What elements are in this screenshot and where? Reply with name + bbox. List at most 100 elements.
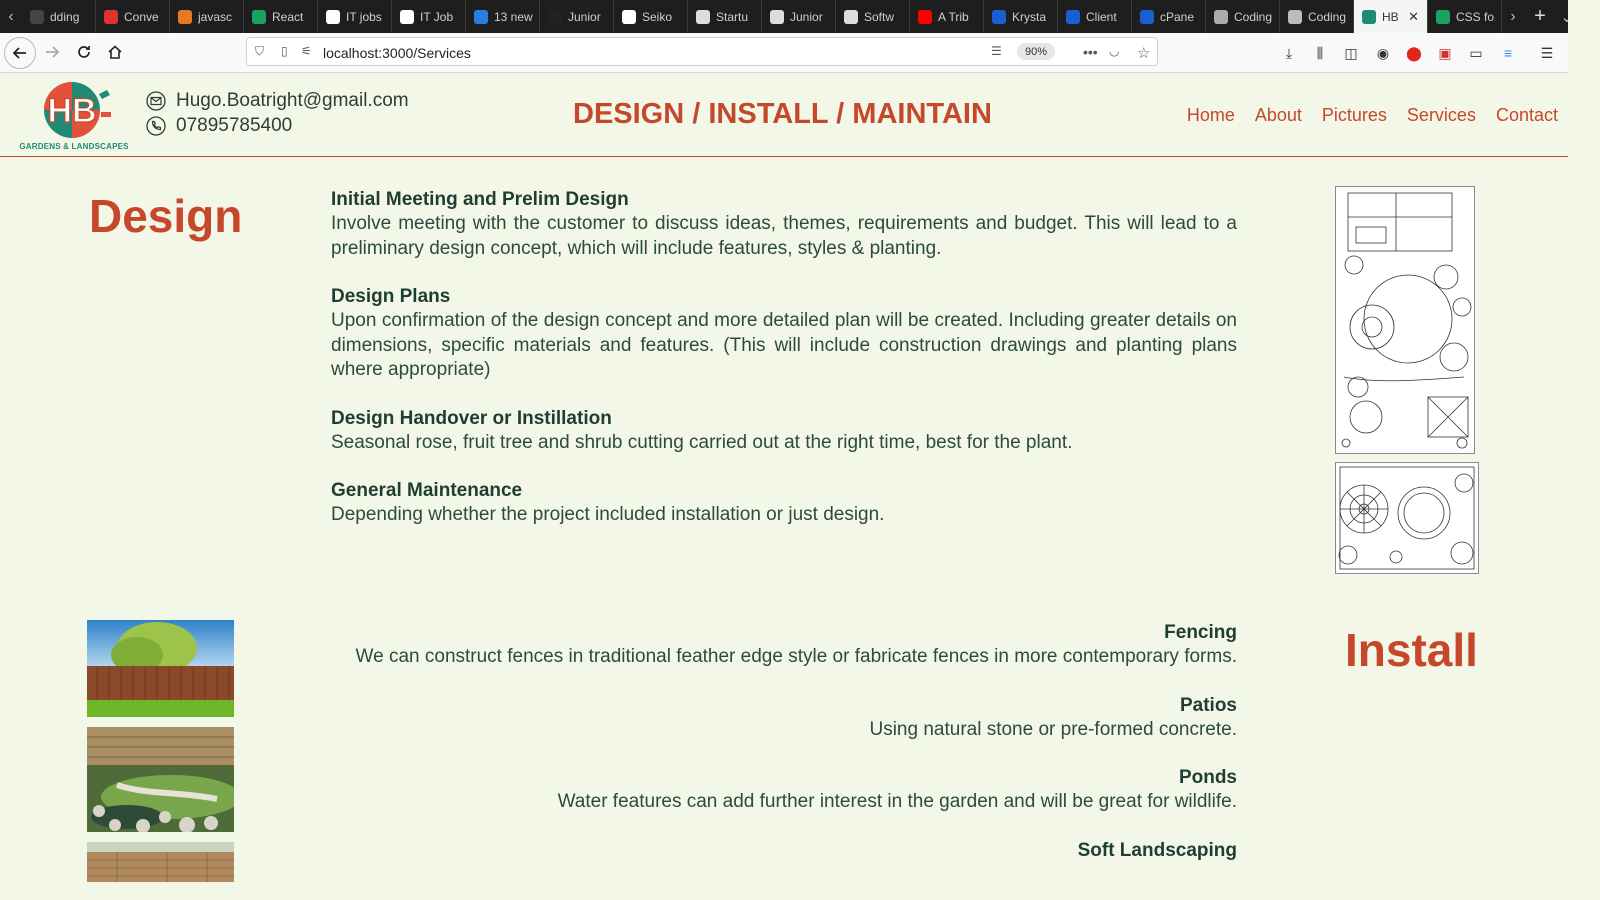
tab-job-icon xyxy=(326,9,340,24)
tab-hb-icon xyxy=(1362,9,1376,24)
tab-close-icon[interactable]: ✕ xyxy=(1408,9,1419,25)
browser-tab[interactable]: React xyxy=(244,0,318,33)
nav-home[interactable]: Home xyxy=(1187,105,1235,126)
browser-tab[interactable]: cPane xyxy=(1132,0,1206,33)
browser-tab[interactable]: CSS fo xyxy=(1428,0,1502,33)
url-text[interactable]: localhost:3000/Services xyxy=(323,45,471,61)
browser-tab[interactable]: Seiko xyxy=(614,0,688,33)
tab-title: javasc xyxy=(198,9,233,24)
service-title: Fencing xyxy=(1164,622,1237,643)
browser-tab[interactable]: Conve xyxy=(96,0,170,33)
browser-tab[interactable]: Coding xyxy=(1280,0,1354,33)
tabs-scroll-right-icon[interactable]: › xyxy=(1502,0,1524,33)
url-bar[interactable]: ⛉ ▯ ⚟ localhost:3000/Services ☰ 90% ••• … xyxy=(246,37,1158,66)
window-icon[interactable]: ▭ xyxy=(1467,44,1485,62)
tab-title: IT jobs xyxy=(346,9,382,24)
browser-tab[interactable]: dding xyxy=(22,0,96,33)
reload-button[interactable] xyxy=(70,38,98,66)
reload-icon xyxy=(78,46,90,58)
tab-cpanel-icon xyxy=(1140,9,1154,24)
browser-tab[interactable]: Softw xyxy=(836,0,910,33)
browser-tab[interactable]: Junior xyxy=(540,0,614,33)
tab-list: dding Conve javasc React IT jobs IT Job 13 new… xyxy=(22,0,1502,33)
browser-toolbar: ⛉ ▯ ⚟ localhost:3000/Services ☰ 90% ••• … xyxy=(0,33,1568,73)
menu-icon[interactable]: ☰ xyxy=(1538,44,1556,62)
nav-about[interactable]: About xyxy=(1255,105,1302,126)
service-description: Seasonal rose, fruit tree and shrub cutt… xyxy=(331,431,1073,453)
library-icon[interactable]: ⫼ xyxy=(1311,44,1329,62)
service-title: Design Plans xyxy=(331,286,451,307)
install-service-item: Patios Using natural stone or pre-formed… xyxy=(331,694,1237,743)
garden-plan-image-2 xyxy=(1335,462,1479,574)
design-section-title: Design xyxy=(89,190,243,242)
tab-list-menu-icon[interactable]: ⌄ xyxy=(1556,0,1568,33)
tab-title: Startu xyxy=(716,9,749,24)
site-logo[interactable]: HB GARDENS & LANDSCAPES xyxy=(17,78,131,154)
sidebar-icon[interactable]: ◫ xyxy=(1342,44,1360,62)
page-actions-icon[interactable]: ••• xyxy=(1083,44,1098,60)
browser-tab[interactable]: A Trib xyxy=(910,0,984,33)
tab-page-icon xyxy=(30,9,44,24)
browser-tab-bar: ‹ dding Conve javasc React IT jobs IT Job 13 n… xyxy=(0,0,1568,33)
permissions-icon[interactable]: ⚟ xyxy=(301,44,312,58)
contact-phone[interactable]: 07895785400 xyxy=(146,115,292,137)
fencing-photo xyxy=(87,620,234,717)
extension-icon[interactable]: ▣ xyxy=(1436,44,1454,62)
tab-w2-icon xyxy=(696,9,710,24)
install-service-item: Ponds Water features can add further int… xyxy=(331,766,1237,815)
nav-pictures[interactable]: Pictures xyxy=(1322,105,1387,126)
account-icon[interactable]: ◉ xyxy=(1374,44,1392,62)
browser-tab[interactable]: Startu xyxy=(688,0,762,33)
reader-view-icon[interactable]: ☰ xyxy=(991,44,1002,58)
browser-tab[interactable]: HB ✕ xyxy=(1354,0,1428,33)
tab-title: Krysta xyxy=(1012,9,1047,24)
tab-title: Client xyxy=(1086,9,1117,24)
garden-plan-drawing xyxy=(1341,192,1472,449)
browser-tab[interactable]: javasc xyxy=(170,0,244,33)
nav-contact[interactable]: Contact xyxy=(1496,105,1558,126)
tab-w3-icon xyxy=(770,9,784,24)
tab-title: IT Job xyxy=(420,9,454,24)
site-header: HB GARDENS & LANDSCAPES Hugo.Boatright@g… xyxy=(0,72,1568,157)
logo-caption: GARDENS & LANDSCAPES xyxy=(19,142,129,151)
tabs-scroll-left-icon[interactable]: ‹ xyxy=(0,0,22,33)
home-button[interactable] xyxy=(101,38,129,66)
tab-stack-icon xyxy=(178,9,192,24)
hb-logo-icon: HB xyxy=(44,82,111,138)
phone-text[interactable]: 07895785400 xyxy=(176,115,292,137)
tab-youtube-icon xyxy=(918,9,932,24)
design-service-item: Initial Meeting and Prelim Design Involv… xyxy=(331,188,1237,261)
browser-tab[interactable]: IT jobs xyxy=(318,0,392,33)
pocket-icon[interactable]: ◡ xyxy=(1109,44,1119,58)
service-title: Soft Landscaping xyxy=(1077,839,1237,861)
stacks-extension-icon[interactable]: ≡ xyxy=(1499,44,1517,62)
back-button[interactable] xyxy=(4,37,36,69)
tracking-shield-icon[interactable]: ⛉ xyxy=(255,44,264,59)
main-nav: Home About Pictures Services Contact xyxy=(1187,105,1558,126)
tab-title: Softw xyxy=(864,9,895,24)
tab-news-icon xyxy=(1288,9,1302,24)
new-tab-button[interactable]: + xyxy=(1524,0,1556,33)
design-service-item: Design Handover or Instillation Seasonal… xyxy=(331,407,1237,456)
tab-title: Seiko xyxy=(642,9,673,24)
page-info-icon[interactable]: ▯ xyxy=(281,44,288,58)
opera-extension-icon[interactable]: ⬤ xyxy=(1405,44,1423,62)
downloads-icon[interactable]: ⤓ xyxy=(1280,44,1298,62)
forward-arrow-icon xyxy=(46,46,60,58)
email-text[interactable]: Hugo.Boatright@gmail.com xyxy=(176,90,409,112)
browser-tab[interactable]: Client xyxy=(1058,0,1132,33)
nav-services[interactable]: Services xyxy=(1407,105,1476,126)
browser-tab[interactable]: Krysta xyxy=(984,0,1058,33)
service-description: Involve meeting with the customer to dis… xyxy=(331,213,1237,259)
bookmark-star-icon[interactable]: ☆ xyxy=(1137,44,1150,62)
forward-button[interactable] xyxy=(38,38,66,66)
contact-email[interactable]: Hugo.Boatright@gmail.com xyxy=(146,90,409,112)
browser-tab[interactable]: 13 new xyxy=(466,0,540,33)
browser-tab[interactable]: IT Job xyxy=(392,0,466,33)
tab-d-icon xyxy=(548,9,562,24)
browser-tab[interactable]: Junior xyxy=(762,0,836,33)
tab-w4-icon xyxy=(844,9,858,24)
zoom-level[interactable]: 90% xyxy=(1017,43,1055,60)
browser-tab[interactable]: Coding xyxy=(1206,0,1280,33)
service-description: Depending whether the project included i… xyxy=(331,504,885,525)
